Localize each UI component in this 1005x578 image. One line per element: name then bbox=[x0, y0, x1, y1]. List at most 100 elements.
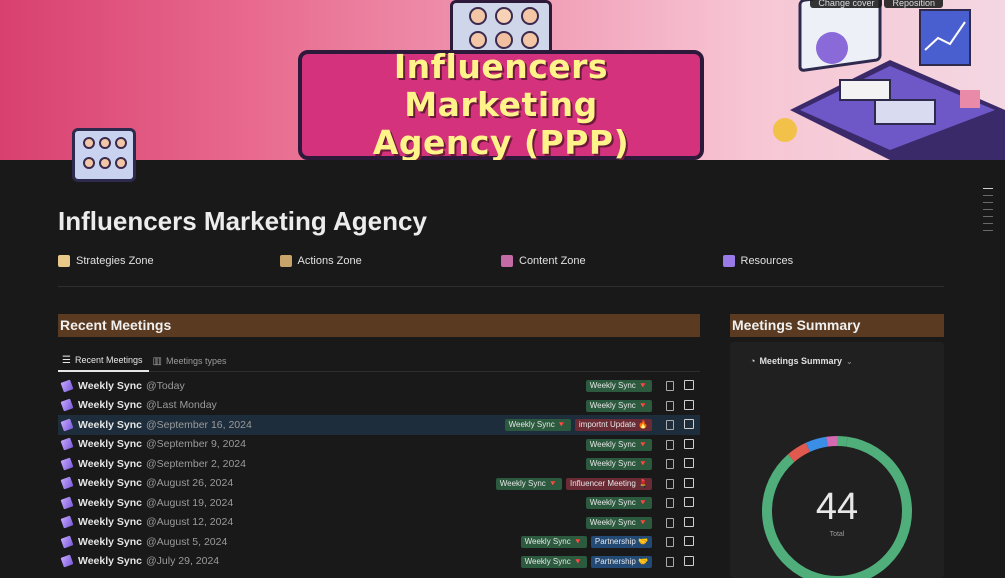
view-tabs: ☰ Recent Meetings ▥ Meetings types bbox=[58, 350, 700, 372]
page-icon[interactable] bbox=[72, 128, 136, 182]
table-row[interactable]: Weekly Sync @August 19, 2024 Weekly Sync 🔻 bbox=[58, 493, 700, 513]
link-label: Resources bbox=[740, 255, 794, 267]
link-content-zone[interactable]: Content Zone bbox=[501, 255, 723, 267]
reposition-button[interactable]: Reposition bbox=[884, 0, 943, 8]
table-row[interactable]: Weekly Sync @August 12, 2024 Weekly Sync 🔻 bbox=[58, 513, 700, 533]
meeting-tags: Weekly Sync 🔻 Influencer Meeting 💄 bbox=[495, 477, 652, 490]
tab-meetings-types[interactable]: ▥ Meetings types bbox=[149, 350, 233, 372]
meeting-tags: Weekly Sync 🔻 bbox=[585, 380, 652, 392]
books-icon bbox=[722, 255, 735, 267]
donut-slice[interactable] bbox=[836, 436, 848, 447]
page-title[interactable]: Influencers Marketing Agency bbox=[58, 206, 427, 237]
row-checkbox[interactable] bbox=[684, 458, 694, 468]
meeting-name[interactable]: Weekly Sync bbox=[78, 555, 142, 567]
pencil-icon bbox=[60, 437, 74, 451]
donut-total-label: Total bbox=[829, 531, 845, 538]
row-checkbox[interactable] bbox=[684, 516, 694, 527]
meeting-name[interactable]: Weekly Sync bbox=[78, 399, 142, 411]
document-icon[interactable] bbox=[666, 517, 674, 528]
meeting-name[interactable]: Weekly Sync bbox=[78, 477, 142, 489]
meeting-name[interactable]: Weekly Sync bbox=[78, 458, 142, 470]
meeting-date: @September 16, 2024 bbox=[146, 418, 252, 431]
meetings-list: Weekly Sync @Today Weekly Sync 🔻 Weekly Syn… bbox=[58, 376, 700, 571]
meeting-tags: Weekly Sync 🔻 Partnership 🤝 bbox=[520, 536, 652, 548]
pencil-icon bbox=[60, 379, 74, 393]
meeting-tags: Weekly Sync 🔻 bbox=[585, 516, 652, 529]
meeting-date: @July 29, 2024 bbox=[146, 555, 220, 568]
link-label: Content Zone bbox=[519, 255, 586, 267]
tab-label: Meetings types bbox=[165, 356, 227, 366]
meeting-date: @August 19, 2024 bbox=[146, 496, 234, 509]
document-icon[interactable] bbox=[666, 498, 674, 508]
table-row[interactable]: Weekly Sync @August 26, 2024 Weekly Sync 🔻… bbox=[58, 474, 700, 494]
pencil-icon bbox=[60, 418, 74, 432]
meeting-date: @September 9, 2024 bbox=[146, 438, 246, 451]
cover-banner: Influencers Marketing Agency (PPP) bbox=[298, 47, 704, 161]
meeting-date: @August 12, 2024 bbox=[146, 516, 234, 529]
document-icon[interactable] bbox=[666, 478, 674, 489]
meeting-name[interactable]: Weekly Sync bbox=[78, 438, 142, 450]
document-icon[interactable] bbox=[666, 420, 674, 430]
meeting-tags: Weekly Sync 🔻 bbox=[585, 497, 652, 509]
table-row[interactable]: Weekly Sync @July 29, 2024 Weekly Sync 🔻 Pa… bbox=[58, 552, 700, 572]
banner-line-2: Agency (PPP) bbox=[372, 123, 630, 161]
donut-slice[interactable] bbox=[805, 436, 828, 452]
meeting-name[interactable]: Weekly Sync bbox=[78, 380, 142, 392]
row-checkbox[interactable] bbox=[684, 380, 694, 390]
document-icon[interactable] bbox=[666, 556, 674, 567]
document-icon[interactable] bbox=[666, 459, 674, 469]
link-label: Actions Zone bbox=[297, 255, 362, 267]
row-checkbox[interactable] bbox=[684, 438, 694, 449]
tab-recent-meetings[interactable]: ☰ Recent Meetings bbox=[58, 350, 149, 372]
table-row[interactable]: Weekly Sync @Today Weekly Sync 🔻 bbox=[58, 376, 700, 396]
meeting-tag: Weekly Sync 🔻 bbox=[585, 458, 652, 470]
row-checkbox[interactable] bbox=[684, 399, 694, 410]
table-row[interactable]: Weekly Sync @August 5, 2024 Weekly Sync 🔻 P… bbox=[58, 532, 700, 552]
link-resources[interactable]: Resources bbox=[722, 255, 945, 267]
row-checkbox[interactable] bbox=[684, 419, 694, 429]
pencil-icon bbox=[60, 457, 74, 471]
document-icon[interactable] bbox=[666, 400, 674, 411]
meeting-name[interactable]: Weekly Sync bbox=[78, 419, 142, 431]
row-checkbox[interactable] bbox=[684, 536, 694, 546]
pencil-icon bbox=[60, 515, 74, 529]
table-row[interactable]: Weekly Sync @September 16, 2024 Weekly Syn… bbox=[58, 415, 700, 435]
meeting-name[interactable]: Weekly Sync bbox=[78, 516, 142, 528]
meeting-name[interactable]: Weekly Sync bbox=[78, 497, 142, 509]
meeting-date: @August 26, 2024 bbox=[146, 477, 234, 490]
table-row[interactable]: Weekly Sync @Last Monday Weekly Sync 🔻 bbox=[58, 396, 700, 416]
link-actions-zone[interactable]: Actions Zone bbox=[279, 255, 502, 267]
meeting-tag: Weekly Sync 🔻 bbox=[520, 536, 587, 548]
meetings-summary-heading: Meetings Summary bbox=[730, 314, 944, 337]
cover-controls: Change cover Reposition bbox=[808, 0, 943, 8]
meetings-summary-chart: ◔ Meetings Summary ⌄ 44 Total bbox=[730, 342, 944, 578]
meeting-tags: Weekly Sync 🔻 Partnership 🤝 bbox=[520, 555, 652, 568]
document-icon[interactable] bbox=[666, 537, 674, 547]
link-label: Strategies Zone bbox=[76, 255, 154, 267]
pencil-icon bbox=[60, 496, 74, 510]
link-strategies-zone[interactable]: Strategies Zone bbox=[58, 255, 280, 267]
donut-slice[interactable] bbox=[826, 436, 838, 447]
document-icon[interactable] bbox=[666, 381, 674, 391]
page-cover[interactable]: Influencers Marketing Agency (PPP) Chang… bbox=[0, 0, 1005, 160]
donut-slice[interactable] bbox=[787, 442, 811, 462]
meeting-date: @August 5, 2024 bbox=[146, 535, 228, 548]
divider bbox=[58, 286, 944, 287]
change-cover-button[interactable]: Change cover bbox=[810, 0, 883, 8]
banner-line-1: Influencers Marketing bbox=[393, 47, 609, 124]
meeting-tag: Weekly Sync 🔻 bbox=[585, 438, 652, 451]
chart-view-selector[interactable]: ◔ Meetings Summary ⌄ bbox=[750, 356, 853, 366]
document-icon[interactable] bbox=[666, 439, 674, 450]
table-of-contents[interactable] bbox=[983, 188, 993, 237]
meeting-tag: Weekly Sync 🔻 bbox=[585, 380, 652, 392]
row-checkbox[interactable] bbox=[684, 477, 694, 488]
table-row[interactable]: Weekly Sync @September 2, 2024 Weekly Sync… bbox=[58, 454, 700, 474]
meeting-name[interactable]: Weekly Sync bbox=[78, 536, 142, 548]
meeting-tags: Weekly Sync 🔻 bbox=[585, 399, 652, 412]
row-checkbox[interactable] bbox=[684, 555, 694, 566]
meeting-tag: Partnership 🤝 bbox=[590, 555, 652, 568]
meeting-date: @Today bbox=[146, 379, 185, 392]
table-row[interactable]: Weekly Sync @September 9, 2024 Weekly Sync… bbox=[58, 435, 700, 455]
row-checkbox[interactable] bbox=[684, 497, 694, 507]
chevron-down-icon: ⌄ bbox=[845, 356, 853, 366]
